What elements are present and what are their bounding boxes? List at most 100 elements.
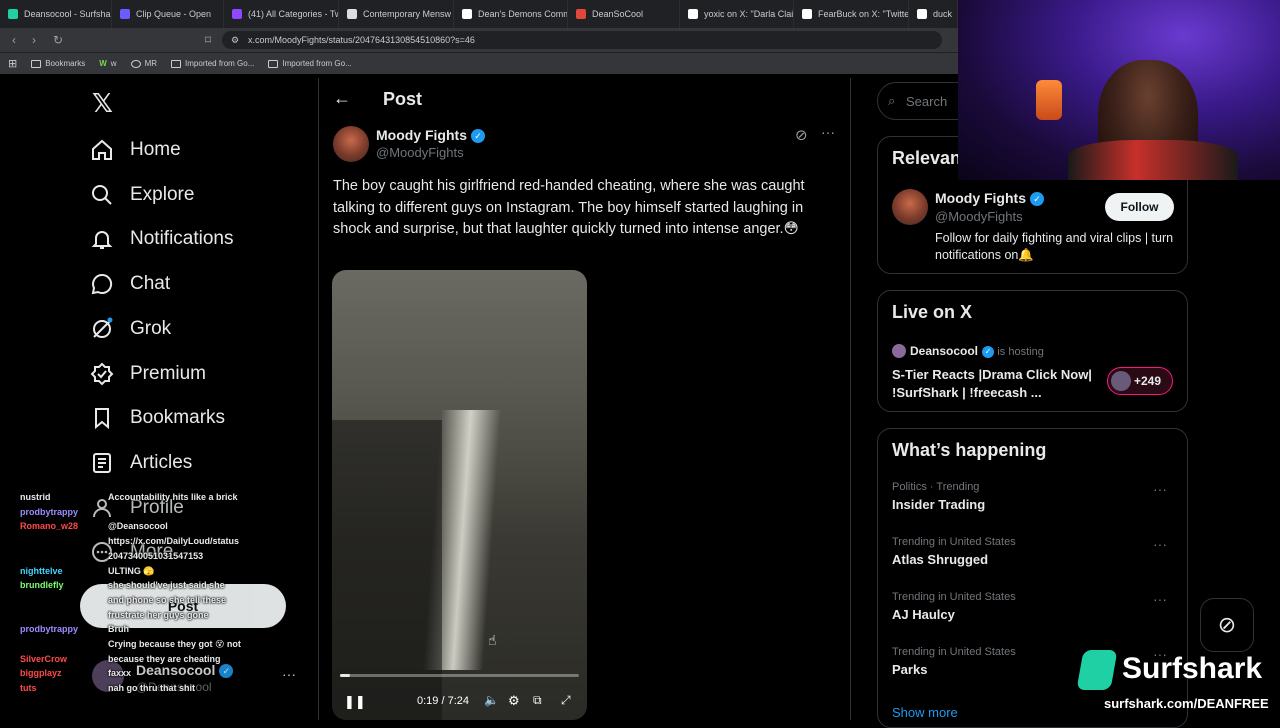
follow-button[interactable]: Follow: [1105, 193, 1174, 221]
bookmark-star-icon[interactable]: ⌑: [198, 33, 218, 47]
trend-name: Atlas Shrugged: [892, 552, 989, 567]
bookmark-item[interactable]: Imported from Go...: [268, 59, 352, 68]
browser-tab[interactable]: Clip Queue - Open: [112, 0, 224, 28]
author-name-link[interactable]: Moody Fights ✓: [376, 127, 485, 144]
chat-text: because they are cheating: [108, 653, 221, 664]
search-icon: [92, 184, 112, 205]
live-on-x-card: Live on X Deansocool ✓ is hosting S-Tier …: [877, 290, 1188, 412]
webcam-shirt: [1068, 140, 1238, 180]
verified-badge-icon: ✓: [471, 129, 485, 144]
folder-icon: [31, 59, 42, 68]
nav-item-label: Explore: [130, 183, 195, 205]
chat-message: frustrate her guys gone: [108, 610, 209, 620]
back-arrow-icon[interactable]: ←: [333, 88, 351, 109]
chat-message: prodbytrappy: [20, 507, 108, 517]
apps-icon[interactable]: ⊞: [8, 57, 17, 70]
back-icon[interactable]: ‹: [4, 33, 24, 47]
address-bar: ‹ › ↻ ⌑ ⚙ x.com/MoodyFights/status/20476…: [0, 28, 958, 52]
browser-tab[interactable]: yoxic on X: "Darla Clair: [680, 0, 794, 28]
live-listeners-badge[interactable]: +249: [1107, 367, 1173, 395]
nav-item-label: Home: [130, 139, 181, 160]
tab-title: Contemporary Mensw: [363, 9, 452, 19]
author-handle[interactable]: @MoodyFights: [376, 145, 464, 160]
url-field[interactable]: ⚙ x.com/MoodyFights/status/2047643130854…: [222, 31, 942, 49]
more-dots-icon[interactable]: ···: [1153, 481, 1167, 497]
browser-tab[interactable]: Dean's Demons Comm: [454, 0, 568, 28]
trend-name: AJ Haulcy: [892, 607, 955, 622]
favicon-icon: [232, 9, 242, 19]
nav-item-premium[interactable]: Premium: [90, 362, 206, 386]
tab-title: duck: [933, 9, 953, 19]
settings-gear-icon[interactable]: ⚙: [508, 693, 520, 709]
video-progress-fill: [340, 674, 351, 677]
pause-icon[interactable]: ❚❚: [344, 694, 366, 710]
nav-item-chat[interactable]: Chat: [90, 272, 170, 296]
home-icon: [92, 139, 112, 160]
live-title[interactable]: S-Tier Reacts |Drama Click Now| !SurfSha…: [892, 366, 1092, 402]
author-avatar[interactable]: [333, 126, 369, 162]
relevant-avatar[interactable]: [892, 189, 928, 225]
volume-icon[interactable]: 🔈: [484, 693, 499, 707]
bookmark-item[interactable]: Bookmarks: [31, 59, 85, 68]
tab-title: Clip Queue - Open: [136, 9, 212, 19]
search-icon: ⌕: [888, 93, 896, 108]
browser-tab[interactable]: FearBuck on X: "Twitte: [794, 0, 909, 28]
chat-text: frustrate her guys gone: [108, 609, 209, 620]
nav-item-notifications[interactable]: Notifications: [90, 227, 234, 251]
tab-title: Dean's Demons Comm: [478, 9, 568, 19]
more-dots-icon[interactable]: ···: [821, 124, 835, 140]
chat-message: biggplayz faxxx: [20, 668, 131, 678]
nav-item-home[interactable]: Home: [90, 138, 181, 162]
trend-name: Insider Trading: [892, 497, 986, 512]
relevant-name-link[interactable]: Moody Fights ✓: [935, 190, 1044, 207]
browser-tab[interactable]: DeanSoCool: [568, 0, 680, 28]
trend-item[interactable]: Politics · Trending Insider Trading ···: [892, 481, 1177, 526]
section-title: What’s happening: [892, 440, 1047, 460]
chat-message: 2047340051031547153: [108, 551, 203, 561]
trend-meta: Trending in United States: [892, 536, 1016, 548]
video-player[interactable]: ❚❚ 0:19 / 7:24 🔈 ⚙ ⧉ ⤢: [332, 270, 587, 720]
bookmark-item[interactable]: Imported from Go...: [171, 59, 254, 68]
article-icon: [93, 452, 111, 473]
browser-tab[interactable]: Deansocool - Surfshark: [0, 0, 112, 28]
forward-icon[interactable]: ›: [24, 33, 44, 47]
chat-text: 2047340051031547153: [108, 550, 204, 561]
trend-item[interactable]: Trending in United States AJ Haulcy ···: [892, 591, 1177, 636]
listener-avatar: [1111, 371, 1131, 391]
tab-title: (41) All Categories - Tw: [248, 9, 339, 19]
nav-item-explore[interactable]: Explore: [90, 183, 194, 207]
browser-tab[interactable]: Contemporary Mensw: [339, 0, 454, 28]
site-info-icon[interactable]: ⚙: [231, 31, 239, 49]
live-host[interactable]: Deansocool: [910, 344, 978, 358]
trend-meta: Trending in United States: [892, 591, 1016, 603]
chat-message: nighttelve ULTING 🫣: [20, 566, 155, 577]
favicon-icon: [688, 9, 698, 19]
video-progress-track[interactable]: [340, 674, 579, 677]
chat-text: ULTING 🫣: [108, 565, 155, 576]
chat-message: prodbytrappy Bruh: [20, 624, 129, 634]
grok-icon[interactable]: ⊘: [795, 126, 808, 144]
more-dots-icon[interactable]: ···: [1153, 536, 1167, 552]
tab-title: DeanSoCool: [592, 9, 644, 19]
bookmark-item[interactable]: Ww: [99, 59, 116, 68]
fullscreen-icon[interactable]: ⤢: [561, 693, 571, 708]
reload-icon[interactable]: ↻: [48, 33, 68, 47]
live-host-avatar: [892, 344, 906, 358]
nav-item-grok[interactable]: Grok: [90, 317, 171, 341]
pip-icon[interactable]: ⧉: [533, 693, 542, 708]
nav-item-label: Premium: [130, 362, 207, 384]
bookmark-item[interactable]: MR: [130, 59, 157, 68]
grok-floating-button[interactable]: ⊘: [1200, 598, 1254, 652]
trend-item[interactable]: Trending in United States Atlas Shrugged ·…: [892, 536, 1177, 581]
chat-username: prodbytrappy: [20, 506, 79, 517]
x-logo-icon[interactable]: 𝕏: [92, 88, 113, 119]
mouse-cursor-icon: ☝: [488, 632, 497, 648]
nav-item-bookmarks[interactable]: Bookmarks: [90, 406, 225, 430]
browser-tab[interactable]: (41) All Categories - Tw: [224, 0, 339, 28]
show-more-link[interactable]: Show more: [892, 705, 958, 720]
chat-username: brundlefly: [20, 580, 64, 591]
browser-tab[interactable]: duck: [909, 0, 958, 28]
nav-item-articles[interactable]: Articles: [90, 451, 192, 475]
chat-text: Crying because they got 😵 not: [108, 639, 241, 649]
more-dots-icon[interactable]: ···: [1153, 591, 1167, 607]
